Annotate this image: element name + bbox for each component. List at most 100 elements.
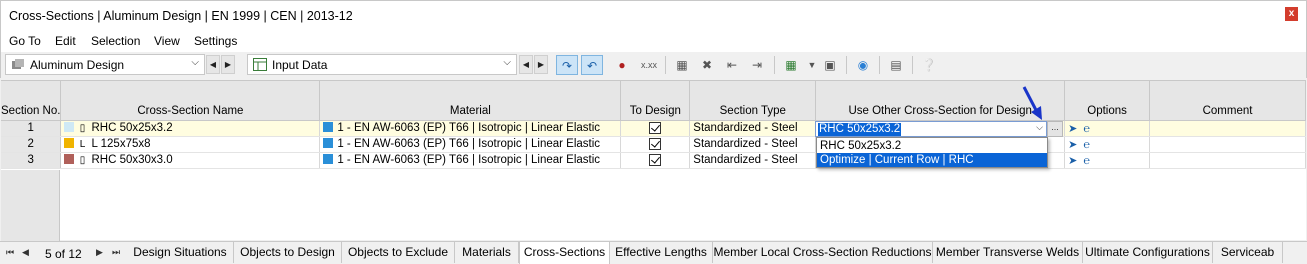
prev-page-icon[interactable]: ◀ (22, 247, 29, 258)
tab-cross-sections[interactable]: Cross-Sections (519, 242, 610, 264)
table-combo[interactable]: Input Data ⌵ (247, 54, 517, 75)
module-combo[interactable]: Aluminum Design ⌵ (5, 54, 205, 75)
header-to-design[interactable]: To Design (620, 81, 691, 121)
section-type-cell[interactable]: Standardized - Steel (689, 152, 817, 169)
options-cell[interactable]: ➤ ℮ (1064, 120, 1151, 137)
weld-options-icon[interactable]: ℮ (1083, 139, 1090, 151)
page-indicator: 5 of 12 (45, 247, 82, 261)
select-table-icon[interactable]: ↶ (581, 55, 603, 75)
xxx-icon[interactable]: x.xx (638, 55, 660, 75)
material-cell[interactable]: 1 - EN AW-6063 (EP) T66 | Isotropic | Li… (319, 152, 622, 169)
table-row[interactable]: 2 L L 125x75x8 1 - EN AW-6063 (EP) T66 | Is… (1, 136, 1306, 153)
title-bar: Cross-Sections | Aluminum Design | EN 19… (0, 0, 1307, 30)
menu-settings[interactable]: Settings (194, 34, 237, 48)
header-options[interactable]: Options (1064, 81, 1151, 121)
cross-section-name: RHC 50x25x3.2 (91, 122, 173, 134)
toolbar-separator (912, 56, 913, 74)
toolbar-separator (774, 56, 775, 74)
design-options-icon[interactable]: ➤ (1068, 123, 1077, 135)
cross-section-name-cell[interactable]: ▯ RHC 50x30x3.0 (60, 152, 321, 169)
menu-edit[interactable]: Edit (55, 34, 76, 48)
material-color-swatch (323, 122, 334, 132)
table-settings-icon[interactable]: ▤ (885, 55, 907, 75)
table-row[interactable]: 1 ▯ RHC 50x25x3.2 1 - EN AW-6063 (EP) T66 |… (1, 120, 1306, 137)
header-section-no[interactable]: Section No. (1, 81, 62, 121)
prev-module-button[interactable]: ◀ (206, 55, 220, 74)
design-options-icon[interactable]: ➤ (1068, 155, 1077, 167)
material-cell[interactable]: 1 - EN AW-6063 (EP) T66 | Isotropic | Li… (319, 120, 622, 137)
chevron-down-icon: ⌵ (191, 57, 199, 68)
tab-effective-lengths[interactable]: Effective Lengths (610, 242, 713, 263)
cross-sections-table: Section No. Cross-Section Name Material … (1, 80, 1306, 241)
row-number[interactable]: 1 (1, 120, 62, 137)
design-options-icon[interactable]: ➤ (1068, 139, 1077, 151)
tab-bar: ⏮ ◀ 5 of 12 ▶ ⏭ Design Situations Objects… (0, 241, 1307, 264)
tab-ultimate-configurations[interactable]: Ultimate Configurations (1083, 242, 1213, 263)
row-header-filler (1, 170, 60, 241)
material-color-swatch (323, 138, 334, 148)
tab-member-transverse-welds[interactable]: Member Transverse Welds (933, 242, 1083, 263)
to-design-cell[interactable] (620, 152, 691, 169)
tab-design-situations[interactable]: Design Situations (127, 242, 234, 263)
cross-section-name-cell[interactable]: ▯ RHC 50x25x3.2 (60, 120, 321, 137)
cross-section-name-cell[interactable]: L L 125x75x8 (60, 136, 321, 153)
section-type-cell[interactable]: Standardized - Steel (689, 136, 817, 153)
insert-after-icon[interactable]: ⇥ (746, 55, 768, 75)
use-other-cross-section-dropdown[interactable]: RHC 50x25x3.2 ⌵ (815, 121, 1047, 137)
tab-member-local-cross-section-reductions[interactable]: Member Local Cross-Section Reductions (713, 242, 933, 263)
dropdown-option-optimize[interactable]: Optimize | Current Row | RHC (817, 153, 1047, 167)
row-number[interactable]: 2 (1, 136, 62, 153)
last-page-icon[interactable]: ⏭ (112, 247, 120, 258)
options-cell[interactable]: ➤ ℮ (1064, 136, 1151, 153)
to-design-cell[interactable] (620, 120, 691, 137)
tab-objects-to-design[interactable]: Objects to Design (234, 242, 342, 263)
browse-button[interactable]: ... (1047, 121, 1063, 137)
export-icon[interactable]: ▦ (780, 55, 802, 75)
menu-goto[interactable]: Go To (9, 34, 41, 48)
menu-selection[interactable]: Selection (91, 34, 140, 48)
close-icon[interactable]: x (1285, 7, 1298, 21)
prev-table-button[interactable]: ◀ (519, 55, 533, 74)
header-material[interactable]: Material (319, 81, 622, 121)
to-design-checkbox[interactable] (649, 153, 662, 166)
tab-materials[interactable]: Materials (455, 242, 519, 263)
comment-cell[interactable] (1149, 136, 1306, 153)
pin-icon[interactable]: ● (611, 55, 633, 75)
chevron-down-icon: ⌵ (503, 57, 511, 68)
to-design-checkbox[interactable] (649, 121, 662, 134)
section-type-cell[interactable]: Standardized - Steel (689, 120, 817, 137)
next-module-button[interactable]: ▶ (221, 55, 235, 74)
header-comment[interactable]: Comment (1149, 81, 1306, 121)
delete-rows-icon[interactable]: ▦ (671, 55, 693, 75)
select-row-icon[interactable]: ↷ (556, 55, 578, 75)
section-shape-icon: L (79, 139, 86, 150)
first-page-icon[interactable]: ⏮ (6, 247, 14, 258)
table-row[interactable]: 3 ▯ RHC 50x30x3.0 1 - EN AW-6063 (EP) T66 |… (1, 152, 1306, 169)
globe-icon[interactable]: ◉ (852, 55, 874, 75)
comment-cell[interactable] (1149, 152, 1306, 169)
weld-options-icon[interactable]: ℮ (1083, 123, 1090, 135)
next-page-icon[interactable]: ▶ (96, 247, 103, 258)
header-cross-section-name[interactable]: Cross-Section Name (60, 81, 321, 121)
import-icon[interactable]: ▣ (819, 55, 841, 75)
weld-options-icon[interactable]: ℮ (1083, 155, 1090, 167)
row-number[interactable]: 3 (1, 152, 62, 169)
dropdown-option[interactable]: RHC 50x25x3.2 (817, 139, 1047, 153)
menu-view[interactable]: View (154, 34, 180, 48)
options-cell[interactable]: ➤ ℮ (1064, 152, 1151, 169)
tab-serviceab[interactable]: Serviceab (1213, 242, 1283, 263)
insert-row-icon[interactable]: ⇤ (721, 55, 743, 75)
help-icon[interactable]: ❔ (918, 55, 940, 75)
chevron-down-icon[interactable]: ⌵ (1036, 122, 1043, 133)
material-name: 1 - EN AW-6063 (EP) T66 | Isotropic | Li… (337, 138, 601, 150)
clear-icon[interactable]: ✖ (696, 55, 718, 75)
comment-cell[interactable] (1149, 120, 1306, 137)
to-design-cell[interactable] (620, 136, 691, 153)
tab-objects-to-exclude[interactable]: Objects to Exclude (342, 242, 455, 263)
next-table-button[interactable]: ▶ (534, 55, 548, 74)
to-design-checkbox[interactable] (649, 137, 662, 150)
material-cell[interactable]: 1 - EN AW-6063 (EP) T66 | Isotropic | Li… (319, 136, 622, 153)
header-section-type[interactable]: Section Type (689, 81, 817, 121)
material-name: 1 - EN AW-6063 (EP) T66 | Isotropic | Li… (337, 122, 601, 134)
toolbar-separator (879, 56, 880, 74)
